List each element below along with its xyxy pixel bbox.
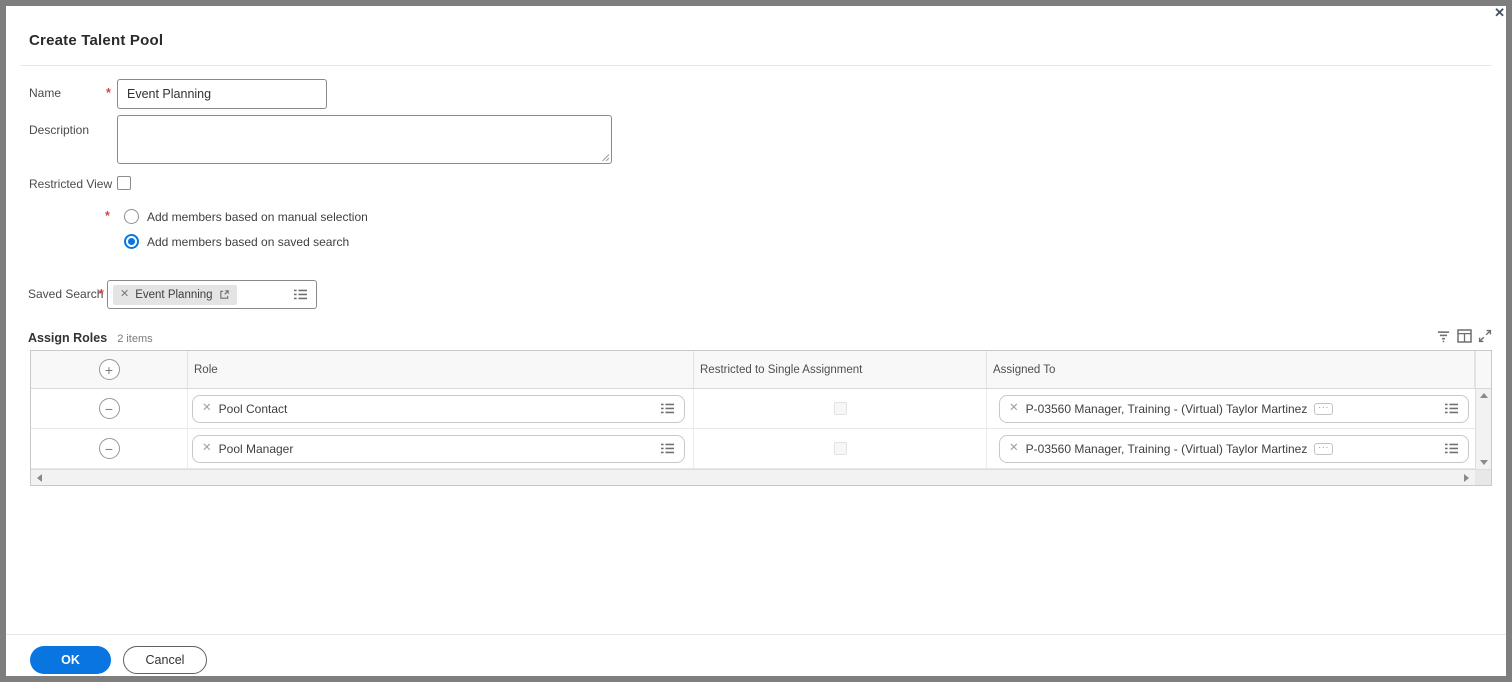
filter-icon[interactable] bbox=[1436, 329, 1451, 343]
related-actions-button[interactable]: ··· bbox=[1314, 442, 1334, 455]
name-required-asterisk: * bbox=[106, 86, 111, 100]
description-label: Description bbox=[29, 123, 90, 137]
radio-option-manual-selection[interactable]: Add members based on manual selection bbox=[124, 209, 368, 224]
scroll-up-icon[interactable] bbox=[1479, 393, 1488, 398]
plus-icon: + bbox=[104, 361, 114, 378]
assign-roles-title: Assign Roles bbox=[28, 331, 108, 345]
member-source-required-asterisk: * bbox=[105, 209, 110, 223]
scrollbar-corner bbox=[1475, 469, 1491, 485]
remove-icon[interactable]: ✕ bbox=[120, 289, 129, 300]
remove-row-button[interactable]: − bbox=[98, 398, 120, 419]
role-field[interactable]: ✕ Pool Manager bbox=[192, 434, 685, 463]
minus-icon: − bbox=[104, 400, 114, 417]
radio-selected-icon bbox=[124, 234, 139, 249]
assigned-to-pill-label: P-03560 Manager, Training - (Virtual) Ta… bbox=[1025, 401, 1308, 416]
scroll-right-icon[interactable] bbox=[1464, 473, 1469, 482]
saved-search-required-asterisk: * bbox=[99, 287, 104, 301]
role-pill-label: Pool Manager bbox=[218, 441, 294, 456]
resize-handle-icon[interactable] bbox=[600, 152, 610, 162]
radio-option-label: Add members based on saved search bbox=[147, 234, 350, 249]
footer-divider bbox=[6, 634, 1506, 635]
remove-icon[interactable]: ✕ bbox=[1009, 442, 1019, 455]
name-label: Name bbox=[29, 86, 62, 100]
radio-option-saved-search[interactable]: Add members based on saved search bbox=[124, 234, 349, 249]
restricted-view-checkbox[interactable] bbox=[117, 176, 131, 190]
table-row: − ✕ Pool Manager ✕ P-03560 Manager, Trai… bbox=[31, 429, 1475, 469]
minus-icon: − bbox=[104, 440, 114, 457]
name-input[interactable] bbox=[117, 79, 327, 109]
external-link-icon[interactable] bbox=[219, 289, 230, 300]
cancel-button[interactable]: Cancel bbox=[123, 646, 207, 674]
remove-icon[interactable]: ✕ bbox=[1009, 402, 1019, 415]
assigned-to-pill-label: P-03560 Manager, Training - (Virtual) Ta… bbox=[1025, 441, 1308, 456]
scroll-down-icon[interactable] bbox=[1479, 460, 1488, 465]
radio-option-label: Add members based on manual selection bbox=[147, 209, 368, 224]
related-actions-button[interactable]: ··· bbox=[1314, 402, 1334, 415]
prompt-list-icon[interactable] bbox=[293, 288, 308, 301]
restricted-view-label: Restricted View bbox=[29, 177, 113, 191]
column-header-spacer bbox=[1475, 351, 1491, 388]
saved-search-pill-label: Event Planning bbox=[135, 288, 213, 301]
horizontal-scrollbar[interactable] bbox=[31, 469, 1475, 485]
assigned-to-field[interactable]: ✕ P-03560 Manager, Training - (Virtual) … bbox=[999, 434, 1469, 463]
saved-search-field[interactable]: ✕ Event Planning bbox=[107, 280, 317, 309]
saved-search-pill: ✕ Event Planning bbox=[113, 284, 237, 305]
column-settings-icon[interactable] bbox=[1457, 329, 1472, 343]
ok-button[interactable]: OK bbox=[30, 646, 111, 674]
table-header-row: + Role Restricted to Single Assignment A… bbox=[31, 351, 1491, 389]
table-row: − ✕ Pool Contact ✕ P-03560 Manager, Trai… bbox=[31, 389, 1475, 429]
saved-search-label: Saved Search bbox=[28, 287, 104, 301]
vertical-scrollbar[interactable] bbox=[1475, 389, 1491, 469]
role-pill-label: Pool Contact bbox=[218, 401, 288, 416]
close-icon[interactable]: ✕ bbox=[1494, 6, 1505, 20]
restricted-single-assignment-checkbox[interactable] bbox=[833, 442, 847, 455]
description-textarea[interactable] bbox=[117, 115, 612, 164]
prompt-list-icon[interactable] bbox=[1444, 442, 1459, 455]
column-header-assigned-to: Assigned To bbox=[987, 351, 1475, 388]
radio-unselected-icon bbox=[124, 209, 139, 224]
prompt-list-icon[interactable] bbox=[660, 402, 675, 415]
prompt-list-icon[interactable] bbox=[1444, 402, 1459, 415]
table-toolbar bbox=[1436, 329, 1492, 343]
expand-icon[interactable] bbox=[1478, 329, 1492, 343]
scroll-left-icon[interactable] bbox=[37, 473, 42, 482]
remove-icon[interactable]: ✕ bbox=[202, 442, 212, 455]
create-talent-pool-dialog: ✕ Create Talent Pool Name * Description … bbox=[0, 0, 1512, 682]
assigned-to-field[interactable]: ✕ P-03560 Manager, Training - (Virtual) … bbox=[999, 394, 1469, 423]
assign-roles-header: Assign Roles 2 items bbox=[28, 331, 153, 345]
header-divider bbox=[20, 65, 1492, 66]
assign-roles-table: + Role Restricted to Single Assignment A… bbox=[30, 350, 1492, 486]
add-row-button[interactable]: + bbox=[98, 359, 120, 380]
column-header-role: Role bbox=[188, 351, 694, 388]
prompt-list-icon[interactable] bbox=[660, 442, 675, 455]
page-title: Create Talent Pool bbox=[29, 32, 164, 49]
role-field[interactable]: ✕ Pool Contact bbox=[192, 394, 685, 423]
assign-roles-count: 2 items bbox=[117, 333, 153, 345]
restricted-single-assignment-checkbox[interactable] bbox=[833, 402, 847, 415]
column-header-restricted: Restricted to Single Assignment bbox=[694, 351, 987, 388]
remove-icon[interactable]: ✕ bbox=[202, 402, 212, 415]
remove-row-button[interactable]: − bbox=[98, 438, 120, 459]
